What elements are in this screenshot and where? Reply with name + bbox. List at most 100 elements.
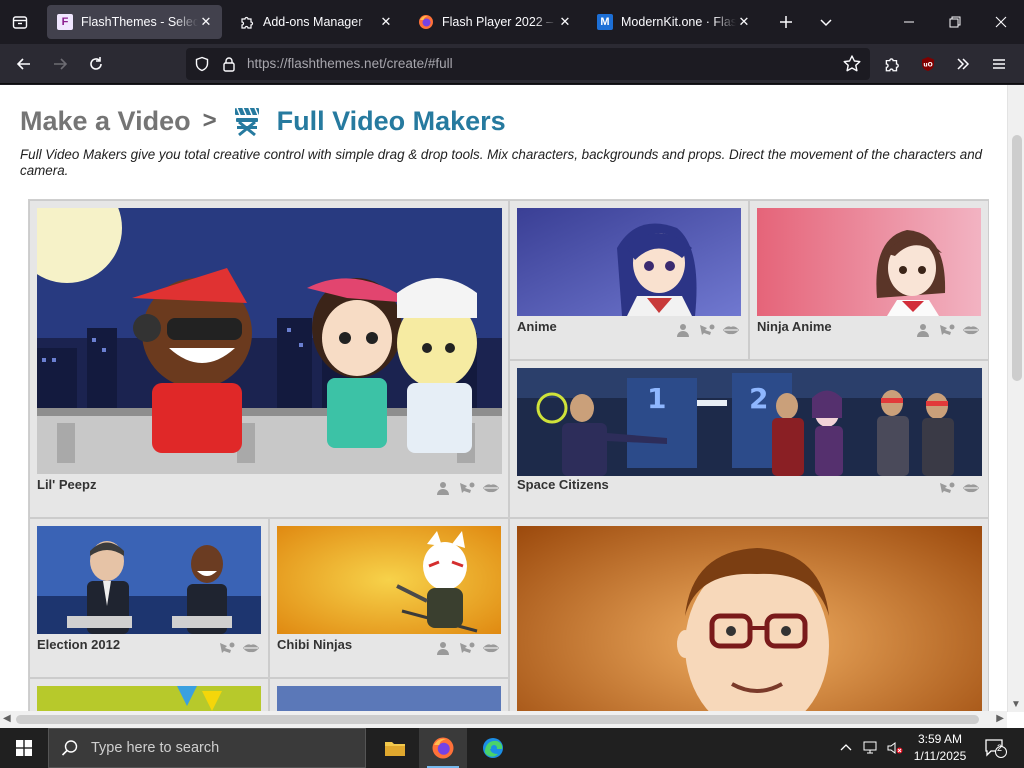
tab-title: Add-ons Manager — [263, 15, 363, 29]
theme-card-space-citizens[interactable]: 1 2 Space Citizens — [509, 360, 989, 518]
forward-button[interactable] — [44, 48, 76, 80]
minimize-button[interactable] — [893, 6, 925, 38]
firefox-taskbar-button[interactable] — [419, 728, 467, 768]
theme-name[interactable]: Chibi Ninjas — [277, 637, 352, 652]
tracking-protection-shield-icon[interactable] — [194, 56, 210, 72]
app-menu-button[interactable] — [983, 48, 1015, 80]
election-2012-thumbnail[interactable] — [37, 526, 261, 634]
notification-icon — [985, 739, 1007, 758]
bookmark-star-icon[interactable] — [842, 54, 862, 74]
theme-name[interactable]: Anime — [517, 319, 557, 334]
theme-name[interactable]: Ninja Anime — [757, 319, 832, 334]
tab-list-button[interactable] — [0, 0, 40, 44]
maximize-button[interactable] — [939, 6, 971, 38]
folder-icon — [385, 742, 405, 756]
lip-sync-icon — [722, 323, 740, 337]
vertical-scrollbar[interactable]: ▼ — [1007, 85, 1024, 712]
notification-count: 2 — [997, 743, 1003, 753]
close-tab-icon[interactable]: ✕ — [557, 14, 573, 30]
start-button[interactable] — [0, 728, 48, 768]
space-citizens-thumbnail[interactable]: 1 2 — [517, 368, 982, 476]
feature-icons — [434, 481, 500, 495]
theme-card-large[interactable] — [509, 518, 989, 728]
taskbar-clock[interactable]: 3:59 AM 1/11/2025 — [906, 731, 974, 765]
windows-taskbar: Type here to search 3:59 AM 1/11/2025 2 — [0, 728, 1024, 768]
volume-tray-button[interactable] — [884, 728, 906, 768]
scroll-left-arrow-icon[interactable]: ◀ — [3, 713, 11, 724]
anime-thumbnail[interactable] — [517, 208, 741, 316]
character-creator-icon — [914, 323, 932, 337]
theme-card-election-2012[interactable]: Election 2012 — [29, 518, 269, 678]
notification-center-button[interactable]: 2 — [980, 728, 1012, 768]
feature-icons — [218, 641, 260, 655]
close-window-button[interactable] — [985, 6, 1017, 38]
lip-sync-icon — [962, 481, 980, 495]
ninja-anime-thumbnail[interactable] — [757, 208, 981, 316]
ublock-origin-button[interactable]: uO — [912, 48, 944, 80]
theme-name[interactable]: Election 2012 — [37, 637, 120, 652]
reload-icon — [90, 57, 102, 70]
theme-card-chibi-ninjas[interactable]: Chibi Ninjas — [269, 518, 509, 678]
more-tools-button[interactable] — [947, 48, 979, 80]
close-tab-icon[interactable]: ✕ — [736, 14, 752, 30]
plus-icon — [780, 16, 792, 28]
page-viewport: Make a Video > Full Video Makers Full Vi… — [0, 85, 1024, 728]
scroll-right-arrow-icon[interactable]: ▶ — [996, 713, 1004, 724]
tab-title: FlashThemes - Select a — [81, 15, 198, 29]
breadcrumb-separator: > — [202, 107, 217, 134]
network-tray-button[interactable] — [860, 728, 882, 768]
theme-card-lil-peepz[interactable]: Lil' Peepz — [29, 200, 509, 518]
extensions-button[interactable] — [876, 48, 908, 80]
chevron-up-icon — [840, 744, 852, 751]
lock-icon[interactable] — [222, 56, 236, 72]
props-icon — [698, 323, 716, 337]
close-tab-icon[interactable]: ✕ — [198, 14, 214, 30]
firefox-icon — [418, 14, 434, 30]
reload-button[interactable] — [80, 48, 112, 80]
feature-icons — [434, 641, 500, 655]
edge-icon — [483, 738, 503, 758]
address-bar[interactable]: https://flashthemes.net/create/#full — [186, 48, 870, 80]
theme-name[interactable]: Lil' Peepz — [37, 477, 96, 492]
svg-text:2: 2 — [749, 382, 768, 415]
lip-sync-icon — [242, 641, 260, 655]
list-all-tabs-button[interactable] — [810, 6, 842, 38]
edge-taskbar-button[interactable] — [469, 728, 517, 768]
hamburger-menu-icon — [993, 59, 1005, 69]
chibi-ninjas-thumbnail[interactable] — [277, 526, 501, 634]
character-creator-icon — [434, 641, 452, 655]
lil-peepz-thumbnail[interactable] — [37, 208, 502, 474]
vertical-scroll-thumb[interactable] — [1012, 135, 1022, 381]
ublock-origin-icon: uO — [922, 57, 934, 71]
windows-logo-icon — [16, 740, 32, 756]
horizontal-scroll-thumb[interactable] — [16, 715, 979, 724]
page-title: Full Video Makers — [276, 105, 506, 136]
lip-sync-icon — [962, 323, 980, 337]
props-icon — [938, 323, 956, 337]
horizontal-scrollbar[interactable]: ◀ ▶ — [0, 711, 1007, 728]
breadcrumb-make-a-video[interactable]: Make a Video — [20, 106, 191, 137]
theme-name[interactable]: Space Citizens — [517, 477, 609, 492]
close-tab-icon[interactable]: ✕ — [378, 14, 394, 30]
back-button[interactable] — [8, 48, 40, 80]
lip-sync-icon — [482, 641, 500, 655]
tab-flash-player[interactable]: Flash Player 2022 – Get ✕ — [408, 5, 581, 39]
lip-sync-icon — [482, 481, 500, 495]
tab-addons-manager[interactable]: Add-ons Manager ✕ — [229, 5, 402, 39]
tab-modernkit[interactable]: M ModernKit.one · Flash Pl ✕ — [587, 5, 760, 39]
arrow-left-icon — [16, 58, 30, 70]
show-hidden-icons-button[interactable] — [836, 728, 856, 768]
new-tab-button[interactable] — [770, 6, 802, 38]
file-explorer-button[interactable] — [371, 728, 419, 768]
minimize-icon — [904, 21, 914, 23]
url-text[interactable]: https://flashthemes.net/create/#full — [247, 56, 453, 71]
props-icon — [218, 641, 236, 655]
scroll-down-arrow-icon[interactable]: ▼ — [1011, 699, 1021, 710]
tab-flashthemes[interactable]: F FlashThemes - Select a ✕ — [47, 5, 222, 39]
theme-card-anime[interactable]: Anime — [509, 200, 749, 360]
large-theme-thumbnail[interactable] — [517, 526, 982, 728]
feature-icons — [674, 323, 740, 337]
taskbar-search-box[interactable]: Type here to search — [48, 728, 366, 768]
network-icon — [863, 741, 877, 754]
theme-card-ninja-anime[interactable]: Ninja Anime — [749, 200, 989, 360]
